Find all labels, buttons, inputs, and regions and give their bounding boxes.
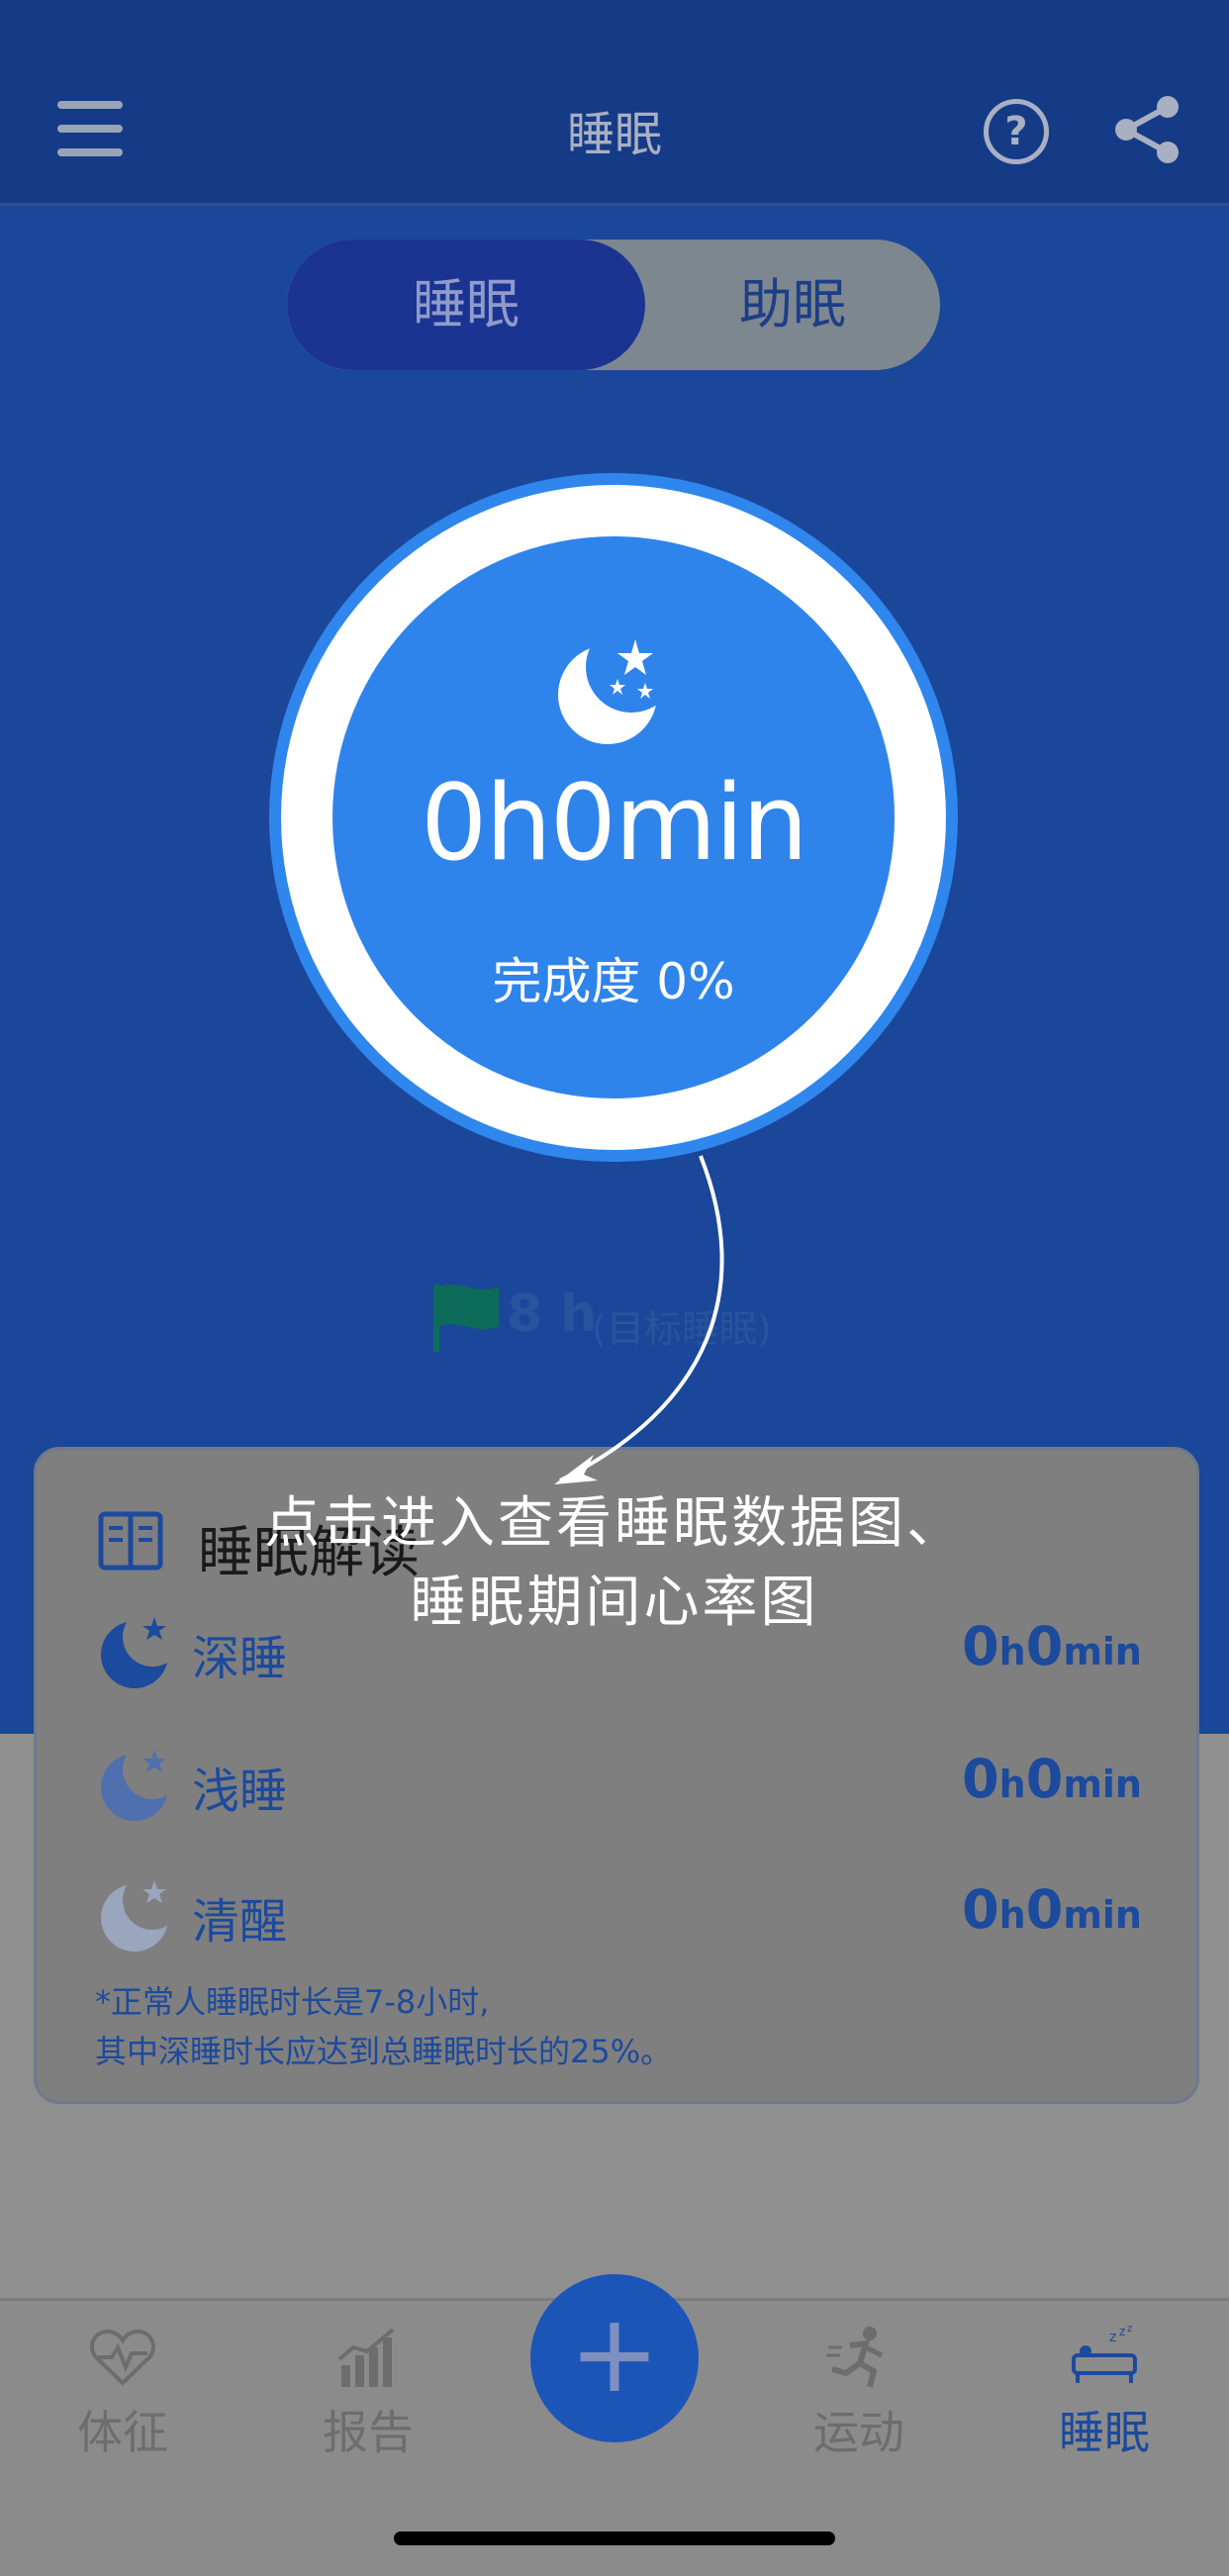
app-header: 睡眠 ? [0, 0, 1229, 206]
running-icon [826, 2327, 884, 2388]
light-sleep-row: 浅睡 0h0min [34, 1732, 1193, 1831]
guide-line-1: 点击进入查看睡眠数据图、 [264, 1491, 965, 1556]
light-sleep-moon-icon [101, 1750, 168, 1821]
awake-moon-icon [101, 1880, 168, 1952]
tab-exercise[interactable]: 运动 [770, 2326, 948, 2462]
goal-hours: 8 h [507, 1285, 598, 1344]
svg-text:z: z [1127, 2326, 1132, 2335]
add-button[interactable]: + [530, 2274, 699, 2442]
mode-toggle: 睡眠 助眠 [287, 239, 940, 370]
bar-chart-icon [337, 2328, 395, 2387]
share-icon[interactable] [1112, 95, 1182, 164]
awake-row: 清醒 0h0min [34, 1862, 1193, 1961]
flag-icon [433, 1284, 499, 1352]
bed-icon: z z z [1072, 2326, 1137, 2383]
sleep-note: *正常人睡眠时长是7-8小时, 其中深睡时长应达到总睡眠时长的25%。 [95, 1977, 672, 2076]
moon-icon [558, 639, 657, 744]
tab-report[interactable]: 报告 [279, 2326, 457, 2462]
tab-assist-sleep[interactable]: 助眠 [645, 239, 940, 370]
completion-rate: 完成度 0% [492, 953, 735, 1010]
tab-label: 报告 [323, 2406, 414, 2459]
row-value: 0h0min [962, 1878, 1142, 1941]
note-line-1: *正常人睡眠时长是7-8小时, [95, 1983, 490, 2021]
goal-label: (目标睡眠) [592, 1307, 772, 1351]
tab-vitals[interactable]: 体征 [34, 2326, 212, 2462]
note-line-2: 其中深睡时长应达到总睡眠时长的25%。 [95, 2033, 673, 2070]
heart-pulse-icon [90, 2329, 155, 2386]
svg-text:z: z [1109, 2330, 1116, 2345]
tab-sleep[interactable]: 睡眠 [287, 239, 645, 370]
sleep-duration: 0h0min [421, 762, 808, 884]
guide-tooltip: 点击进入查看睡眠数据图、 睡眠期间心率图 [0, 1484, 1229, 1643]
tab-label: 运动 [813, 2406, 904, 2459]
guide-line-2: 睡眠期间心率图 [410, 1571, 819, 1635]
help-icon[interactable]: ? [984, 99, 1049, 164]
row-label: 清醒 [192, 1894, 288, 1950]
tab-sleep-nav[interactable]: z z z 睡眠 [1015, 2326, 1193, 2462]
tab-label: 睡眠 [1059, 2406, 1150, 2459]
row-label: 浅睡 [192, 1764, 288, 1819]
tab-label: 体征 [77, 2406, 168, 2459]
home-indicator[interactable] [394, 2531, 835, 2545]
row-value: 0h0min [962, 1748, 1142, 1810]
svg-text:z: z [1119, 2326, 1125, 2338]
